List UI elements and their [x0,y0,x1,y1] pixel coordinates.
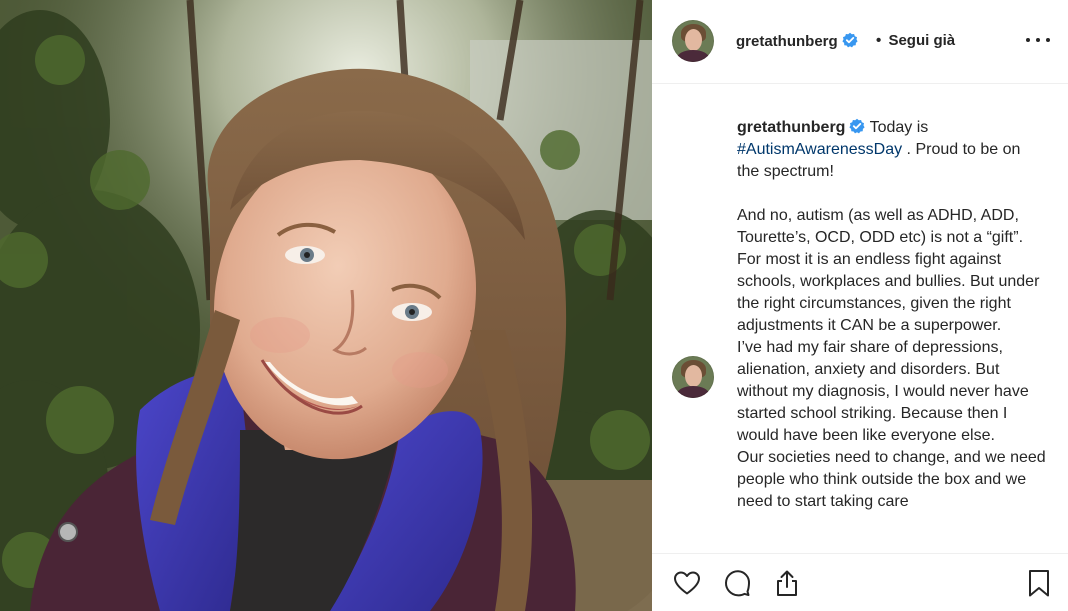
comment-icon[interactable] [722,568,752,598]
follow-status[interactable]: • Segui già [876,32,955,49]
caption-text-part1: Today is [865,119,933,136]
heart-icon[interactable] [672,568,702,598]
share-icon[interactable] [772,568,802,598]
caption-area: gretathunberg Today is #AutismAwarenessD… [652,85,1068,553]
separator-dot: • [876,32,882,49]
post-caption: gretathunberg Today is #AutismAwarenessD… [737,117,1047,513]
avatar[interactable] [672,20,714,62]
username-text[interactable]: gretathunberg [736,33,838,50]
portrait-photo-illustration [0,0,652,611]
caption-username[interactable]: gretathunberg [737,119,845,136]
header-username[interactable]: gretathunberg [736,32,858,50]
post-actions-bar [652,553,1068,611]
post-side-panel: gretathunberg • Segui già gretathunberg … [652,0,1068,611]
more-options-icon[interactable] [1026,30,1050,50]
post-photo[interactable] [0,0,652,611]
caption-verified-icon [849,118,866,134]
hashtag-link[interactable]: #AutismAwarenessDay [737,141,902,158]
follow-status-label[interactable]: Segui già [888,32,955,49]
verified-badge-icon [842,32,858,48]
bookmark-icon[interactable] [1024,568,1054,598]
caption-avatar[interactable] [672,356,714,398]
caption-text-part2: . Proud to be on the spectrum! And no, a… [737,141,1046,510]
post-header: gretathunberg • Segui già [652,0,1068,84]
